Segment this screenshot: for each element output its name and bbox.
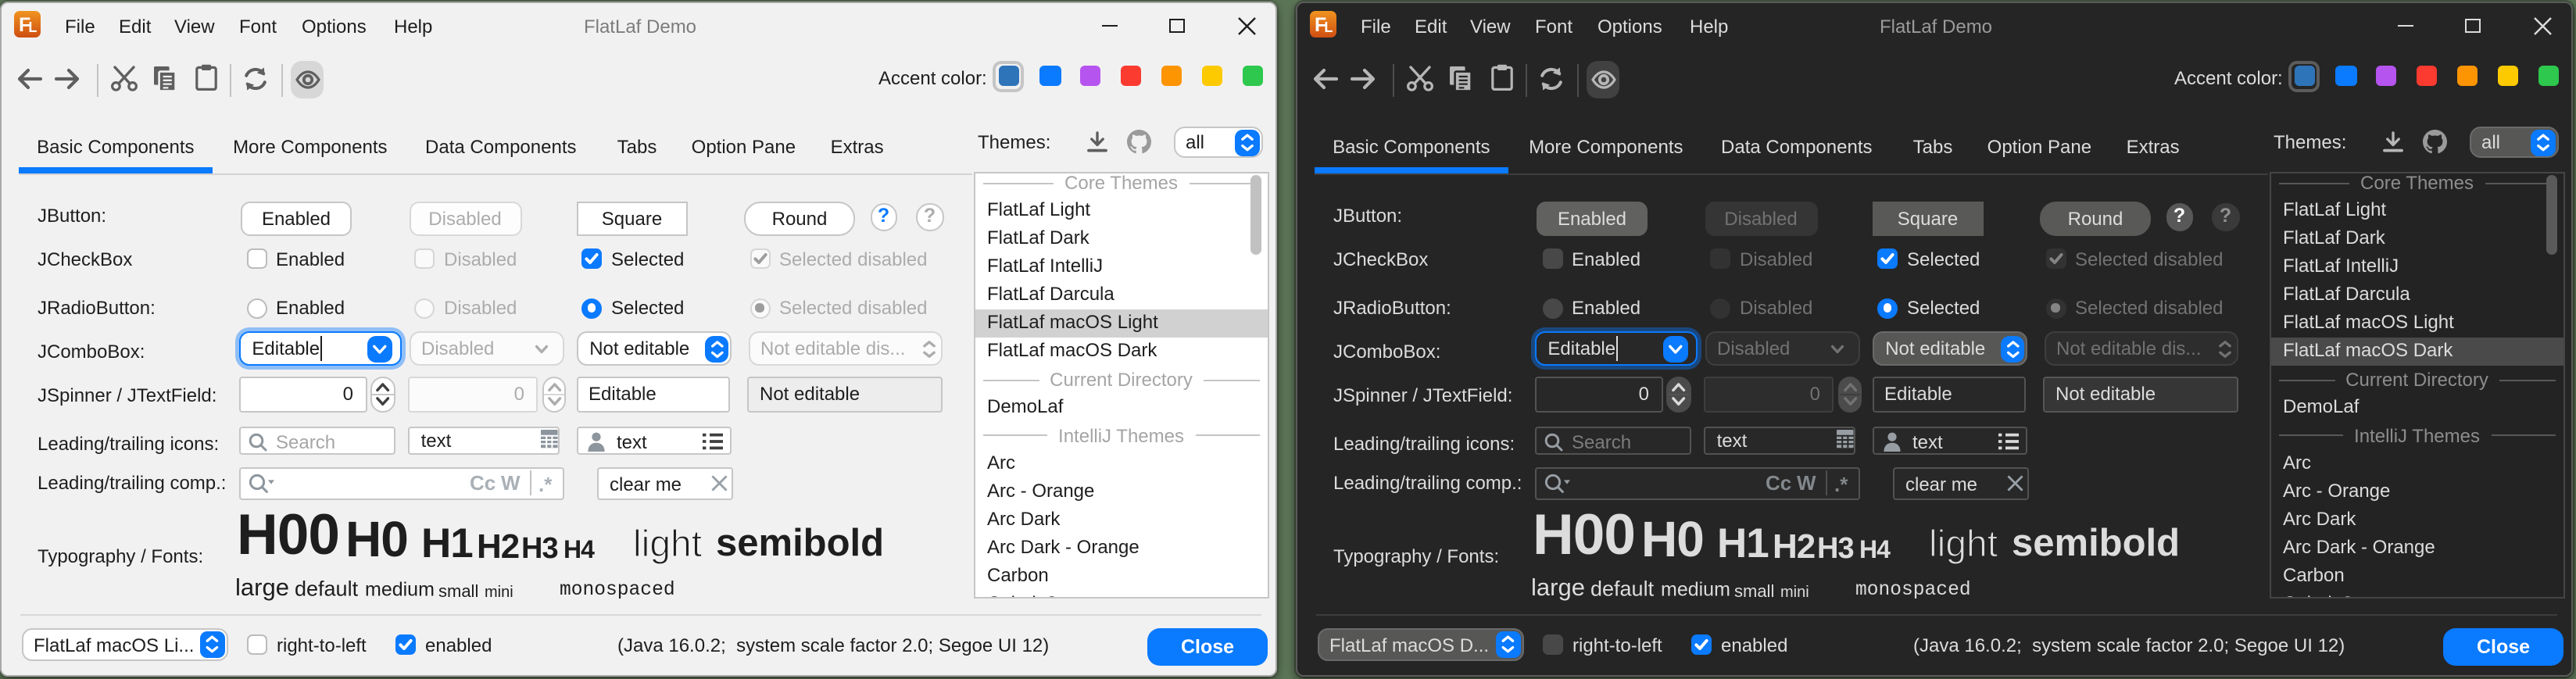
svg-text:L: L — [27, 20, 36, 36]
svg-text:L: L — [1323, 20, 1332, 36]
